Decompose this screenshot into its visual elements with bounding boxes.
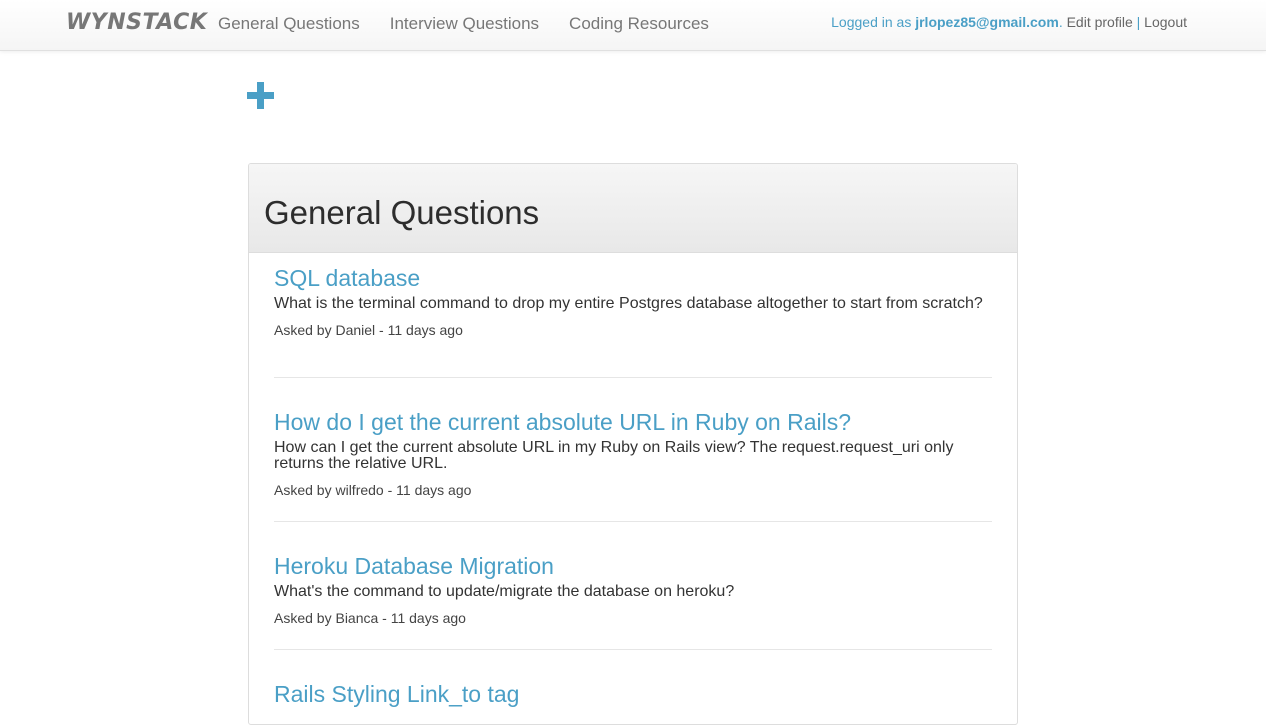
question-body: How can I get the current absolute URL i…: [274, 439, 954, 472]
question-body: What's the command to update/migrate the…: [274, 583, 735, 600]
divider: [274, 649, 992, 650]
period: .: [1058, 14, 1063, 30]
panel-heading: General Questions: [249, 164, 1017, 253]
plus-icon[interactable]: [247, 82, 274, 109]
questions-panel: General Questions SQL database What is t…: [248, 163, 1018, 725]
user-email-link[interactable]: jrlopez85@gmail.com: [915, 14, 1059, 30]
logout-link[interactable]: Logout: [1144, 14, 1187, 30]
user-menu: Logged in as jrlopez85@gmail.com. Edit p…: [831, 14, 1187, 30]
divider: [274, 377, 992, 378]
nav-link-coding-resources[interactable]: Coding Resources: [569, 14, 709, 34]
main-nav: General Questions Interview Questions Co…: [218, 14, 739, 34]
question-title-link[interactable]: How do I get the current absolute URL in…: [274, 408, 992, 436]
nav-link-interview-questions[interactable]: Interview Questions: [390, 14, 539, 34]
nav-separator: |: [1136, 14, 1141, 30]
divider: [274, 521, 992, 522]
question-item: SQL database What is the terminal comman…: [274, 264, 992, 338]
question-title-link[interactable]: SQL database: [274, 264, 992, 292]
question-meta: Asked by wilfredo - 11 days ago: [274, 482, 472, 498]
question-meta: Asked by Bianca - 11 days ago: [274, 610, 466, 626]
question-title-link[interactable]: Heroku Database Migration: [274, 552, 992, 580]
question-body: What is the terminal command to drop my …: [274, 295, 983, 312]
top-navbar: WYNSTACK General Questions Interview Que…: [0, 0, 1266, 51]
question-item: How do I get the current absolute URL in…: [274, 408, 992, 498]
nav-link-general-questions[interactable]: General Questions: [218, 14, 360, 34]
logged-in-label: Logged in as: [831, 14, 916, 30]
question-title-link[interactable]: Rails Styling Link_to tag: [274, 680, 992, 708]
question-item: Heroku Database Migration What's the com…: [274, 552, 992, 626]
panel-title: General Questions: [264, 194, 540, 231]
question-item: Rails Styling Link_to tag: [274, 680, 992, 708]
edit-profile-link[interactable]: Edit profile: [1067, 14, 1133, 30]
question-meta: Asked by Daniel - 11 days ago: [274, 322, 463, 338]
brand-logo[interactable]: WYNSTACK: [66, 10, 207, 35]
